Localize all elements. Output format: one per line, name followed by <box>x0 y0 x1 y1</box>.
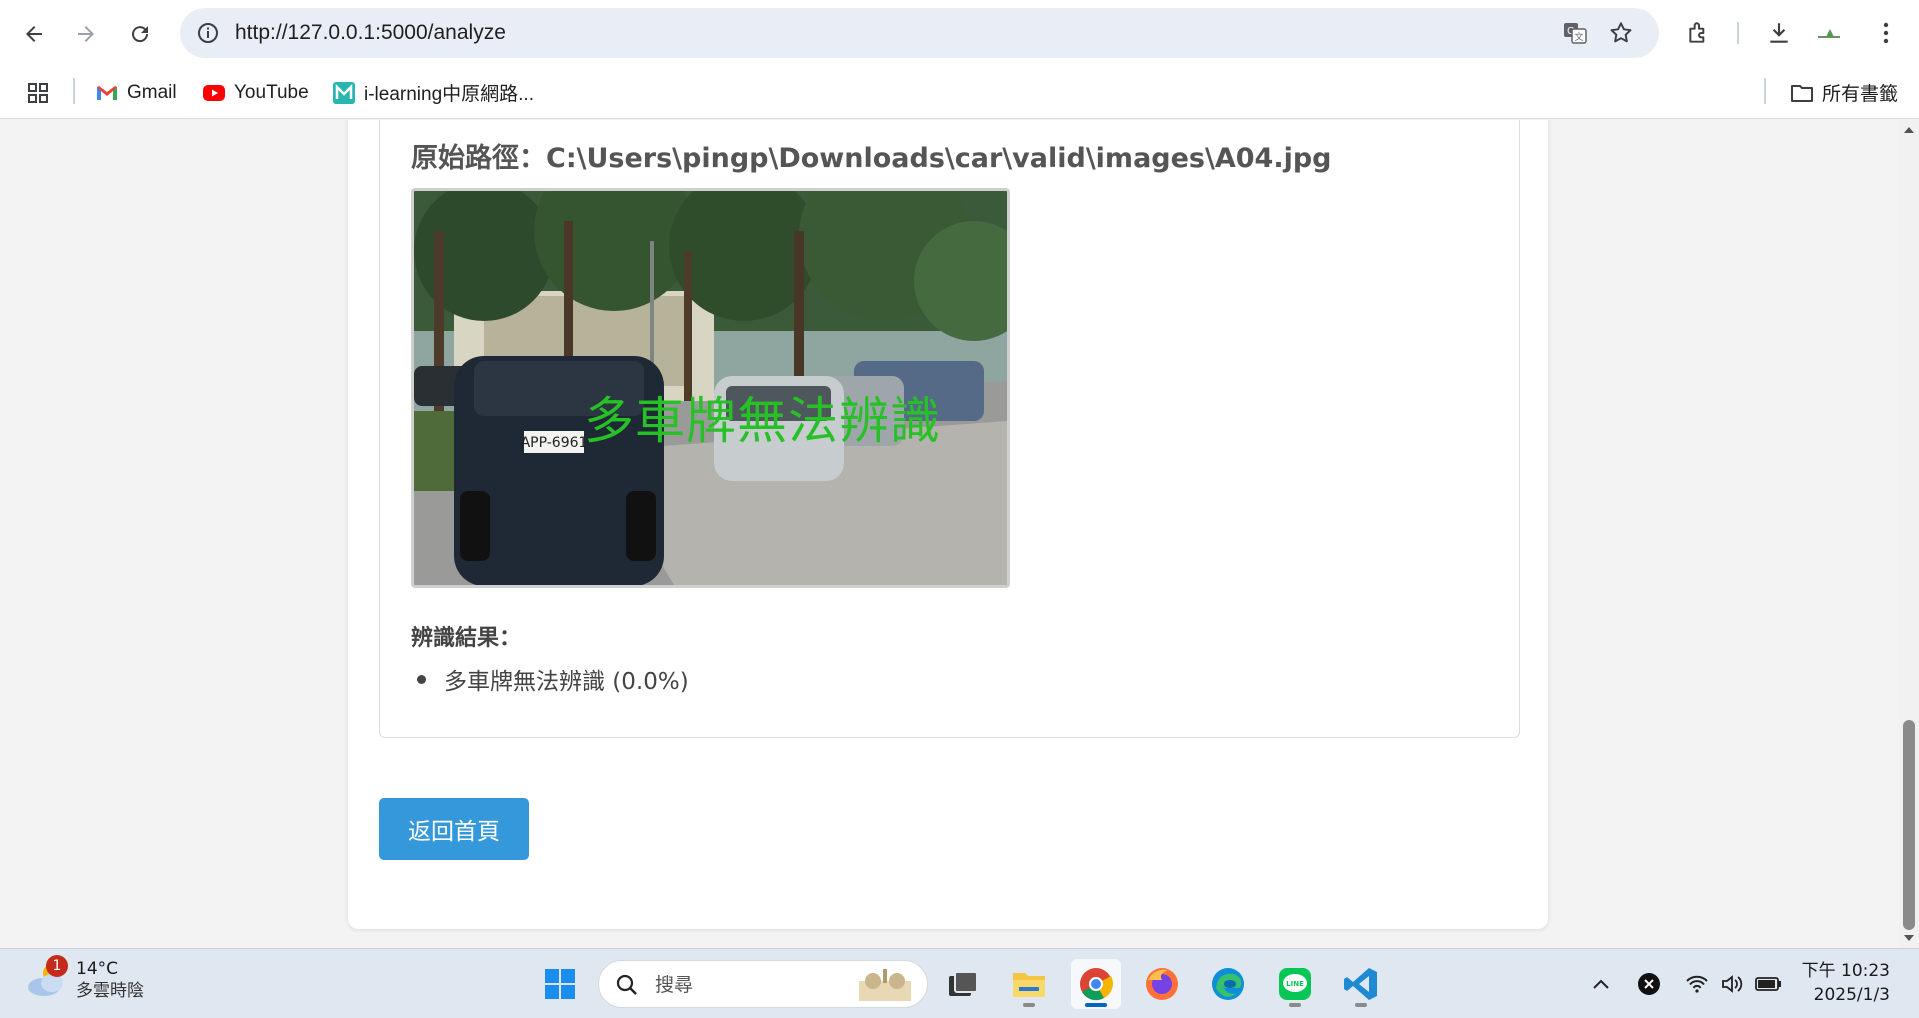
windows-logo-icon <box>545 969 575 999</box>
vscode-button[interactable] <box>1336 959 1386 1009</box>
analyzed-car-photo: APP-6961 多車牌無法辨識 <box>411 188 1010 588</box>
firefox-icon <box>1146 968 1178 1000</box>
svg-text:文: 文 <box>1574 31 1583 43</box>
page-scrollbar[interactable] <box>1899 120 1919 948</box>
bookmark-label: Gmail <box>127 81 177 103</box>
folder-icon <box>1013 973 1045 997</box>
reload-icon[interactable] <box>120 14 160 54</box>
volume-icon[interactable] <box>1717 949 1747 1018</box>
toolbar-divider <box>1737 22 1739 44</box>
search-placeholder: 搜尋 <box>655 974 694 996</box>
file-explorer-button[interactable] <box>1004 959 1054 1009</box>
task-view-icon <box>949 971 978 996</box>
wifi-icon[interactable] <box>1682 949 1712 1018</box>
taskbar-search[interactable]: 搜尋 <box>598 960 928 1008</box>
result-title: 辨識結果： <box>411 626 522 651</box>
apps-grid-icon[interactable] <box>26 66 50 119</box>
address-bar[interactable]: http://127.0.0.1:5000/analyze G文 <box>180 8 1659 58</box>
bookmark-gmail[interactable]: Gmail <box>95 66 177 119</box>
weather-badge: 1 <box>46 955 68 977</box>
start-button[interactable] <box>535 959 585 1009</box>
weather-widget[interactable]: 1 14°C 多雲時陰 <box>24 955 144 1003</box>
edge-button[interactable] <box>1203 959 1253 1009</box>
line-icon: LINE <box>1279 968 1311 1000</box>
scroll-up-icon[interactable] <box>1904 127 1914 133</box>
line-button[interactable]: LINE <box>1270 959 1320 1009</box>
bookmark-label: YouTube <box>234 81 309 103</box>
tray-overflow-icon[interactable] <box>1586 949 1616 1018</box>
scroll-thumb[interactable] <box>1903 720 1915 930</box>
bookmarks-divider <box>1764 78 1766 104</box>
extensions-icon[interactable] <box>1683 17 1715 49</box>
system-clock[interactable]: 下午 10:23 2025/1/3 <box>1790 959 1890 1007</box>
bullet-icon <box>417 674 426 684</box>
main-card: 原始路徑：C:\Users\pingp\Downloads\car\valid\… <box>348 120 1548 929</box>
bookmark-ilearning[interactable]: i-learning中原網路... <box>332 66 534 119</box>
ilearning-icon <box>333 81 355 104</box>
edge-icon <box>1212 968 1244 1000</box>
image-overlay-label: 多車牌無法辨識 <box>584 392 941 450</box>
app-indicator <box>1289 1003 1301 1007</box>
all-bookmarks[interactable]: 所有書籤 <box>1790 66 1898 119</box>
firefox-button[interactable] <box>1137 959 1187 1009</box>
task-view-button[interactable] <box>938 959 988 1009</box>
result-list: 多車牌無法辨識 (0.0%) <box>411 662 689 696</box>
youtube-icon <box>203 84 225 101</box>
clock-date: 2025/1/3 <box>1813 985 1890 1005</box>
download-icon[interactable] <box>1763 17 1795 49</box>
back-icon[interactable] <box>14 14 54 54</box>
bookmark-label: i-learning中原網路... <box>364 84 534 105</box>
app-indicator <box>1355 1003 1367 1007</box>
browser-toolbar: http://127.0.0.1:5000/analyze G文 <box>0 0 1919 66</box>
translate-icon[interactable]: G文 <box>1562 20 1588 46</box>
bookmarks-divider <box>73 78 75 104</box>
folder-icon <box>1791 84 1813 102</box>
vscode-icon <box>1344 968 1377 1000</box>
page-viewport: 原始路徑：C:\Users\pingp\Downloads\car\valid\… <box>0 120 1899 948</box>
url-text[interactable]: http://127.0.0.1:5000/analyze <box>235 8 506 58</box>
weather-condition: 多雲時陰 <box>76 981 144 1001</box>
menu-dots-icon[interactable] <box>1870 17 1902 49</box>
all-bookmarks-label: 所有書籤 <box>1822 84 1899 105</box>
clock-time: 下午 10:23 <box>1801 961 1890 981</box>
back-home-button[interactable]: 返回首頁 <box>379 798 529 860</box>
bookmark-star-icon[interactable] <box>1608 20 1634 46</box>
gmail-icon <box>97 85 117 100</box>
chrome-icon <box>1080 968 1113 1001</box>
windows-taskbar: 1 14°C 多雲時陰 搜尋 LINE 下午 10:23 2025/1/3 <box>0 948 1919 1018</box>
app-indicator <box>1023 1003 1035 1007</box>
search-highlight-icon <box>859 969 911 1001</box>
chrome-button[interactable] <box>1071 959 1121 1009</box>
bookmarks-bar: Gmail YouTube i-learning中原網路... 所有書籤 <box>0 66 1919 119</box>
original-path: 原始路徑：C:\Users\pingp\Downloads\car\valid\… <box>411 143 1332 174</box>
scroll-down-icon[interactable] <box>1904 935 1914 941</box>
close-circle-icon[interactable] <box>1634 949 1664 1018</box>
forward-icon[interactable] <box>66 14 106 54</box>
weather-temp: 14°C <box>76 959 119 979</box>
profile-avatar[interactable] <box>1814 17 1846 49</box>
bookmark-youtube[interactable]: YouTube <box>202 66 309 119</box>
license-plate-text: APP-6961 <box>521 435 588 451</box>
search-icon <box>616 974 637 995</box>
svg-text:LINE: LINE <box>1286 980 1304 988</box>
result-panel: 原始路徑：C:\Users\pingp\Downloads\car\valid\… <box>379 120 1520 738</box>
list-item: 多車牌無法辨識 (0.0%) <box>411 662 689 696</box>
battery-icon[interactable] <box>1752 949 1786 1018</box>
result-text: 多車牌無法辨識 (0.0%) <box>444 669 689 695</box>
app-indicator <box>1085 1003 1107 1007</box>
site-info-icon[interactable] <box>196 21 220 45</box>
